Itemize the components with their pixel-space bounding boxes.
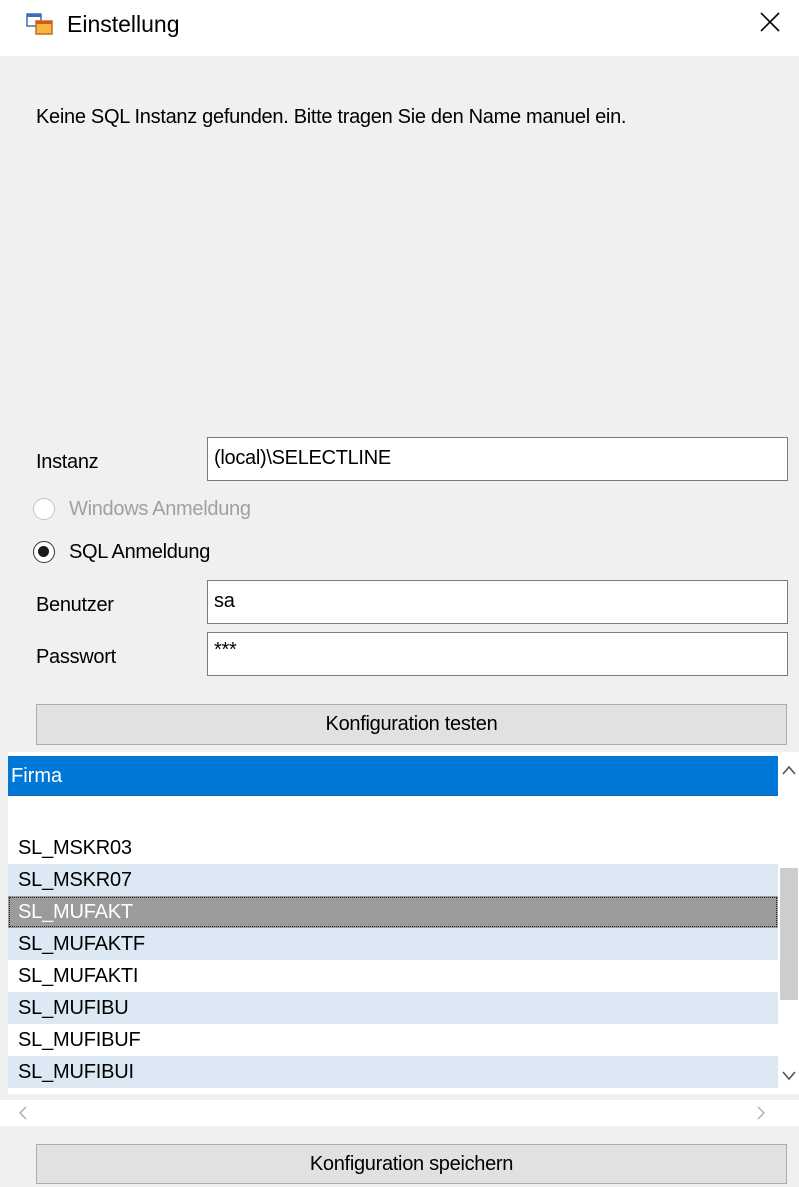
chevron-up-icon[interactable] bbox=[779, 762, 799, 780]
list-item[interactable]: SL_MUFIBU bbox=[8, 992, 778, 1024]
chevron-down-icon[interactable] bbox=[779, 1068, 799, 1086]
list-header-firma[interactable]: Firma bbox=[8, 756, 778, 796]
benutzer-label: Benutzer bbox=[36, 594, 114, 616]
radio-checked-icon bbox=[33, 541, 55, 563]
save-configuration-button[interactable]: Konfiguration speichern bbox=[36, 1144, 787, 1184]
horizontal-scroll-track[interactable] bbox=[0, 1100, 799, 1126]
close-button[interactable] bbox=[740, 0, 799, 48]
window-title: Einstellung bbox=[67, 11, 180, 37]
passwort-label: Passwort bbox=[36, 646, 116, 668]
title-bar: Einstellung bbox=[0, 0, 799, 56]
status-message: Keine SQL Instanz gefunden. Bitte tragen… bbox=[36, 106, 627, 128]
windows-auth-radio[interactable]: Windows Anmeldung bbox=[33, 496, 251, 522]
radio-unchecked-icon bbox=[33, 498, 55, 520]
list-item[interactable]: SL_MUFIBUI bbox=[8, 1056, 778, 1088]
benutzer-input[interactable]: sa bbox=[207, 580, 788, 624]
test-configuration-button[interactable]: Konfiguration testen bbox=[36, 704, 787, 745]
instanz-label: Instanz bbox=[36, 451, 99, 473]
company-list[interactable]: Firma SL_MSKR03 SL_MSKR07 SL_MUFAKT SL_MUFA… bbox=[8, 752, 799, 1100]
chevron-left-icon[interactable] bbox=[18, 1106, 28, 1125]
passwort-input[interactable]: *** bbox=[207, 632, 788, 676]
instanz-input[interactable]: (local)\SELECTLINE bbox=[207, 437, 788, 481]
list-item[interactable]: SL_MUFAKTF bbox=[8, 928, 778, 960]
sql-auth-label: SQL Anmeldung bbox=[69, 541, 211, 563]
chevron-right-icon[interactable] bbox=[756, 1106, 766, 1125]
close-icon bbox=[759, 11, 781, 38]
sql-auth-radio[interactable]: SQL Anmeldung bbox=[33, 539, 210, 565]
list-item[interactable]: SL_MUFAKTI bbox=[8, 960, 778, 992]
vertical-scroll-thumb[interactable] bbox=[780, 868, 798, 1000]
list-item[interactable]: SL_MSKR03 bbox=[8, 832, 778, 864]
windows-auth-label: Windows Anmeldung bbox=[69, 498, 251, 520]
list-rows: SL_MSKR03 SL_MSKR07 SL_MUFAKT SL_MUFAKTF SL_… bbox=[8, 832, 778, 1100]
list-item[interactable]: SL_MUFIBUF bbox=[8, 1024, 778, 1056]
list-item[interactable]: SL_MUFAKT bbox=[8, 896, 778, 928]
app-window-icon bbox=[26, 12, 54, 36]
list-item[interactable]: SL_MSKR07 bbox=[8, 864, 778, 896]
